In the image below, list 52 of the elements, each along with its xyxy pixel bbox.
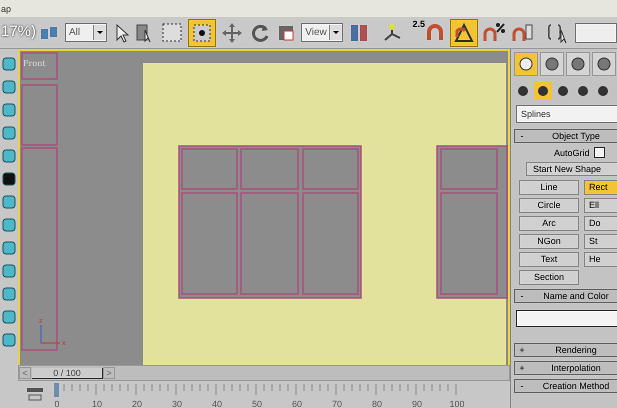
object-name-field[interactable]	[516, 310, 617, 327]
current-frame-marker[interactable]	[54, 383, 59, 397]
hierarchy-tab-icon[interactable]	[566, 52, 590, 76]
rollout-header[interactable]: + Interpolation	[514, 361, 617, 375]
rollout-header[interactable]: - Creation Method	[514, 379, 617, 393]
spinner-snap-icon[interactable]	[510, 22, 535, 44]
rectangle-selection-icon[interactable]	[160, 20, 184, 44]
angle-snap-icon[interactable]	[450, 20, 477, 46]
frame-number: 0	[54, 399, 60, 408]
percent-snap-icon[interactable]	[482, 22, 506, 44]
shape-button[interactable]: Text	[519, 252, 579, 267]
frame-number: 100	[449, 399, 465, 408]
autogrid-label: AutoGrid	[554, 148, 590, 158]
shape-button[interactable]: NGon	[519, 234, 579, 249]
move-icon[interactable]	[220, 20, 244, 44]
shape-button[interactable]: Section	[519, 270, 579, 285]
shape-button[interactable]: He	[584, 252, 617, 267]
snap-spinner-value: 2.5	[412, 19, 425, 29]
named-selection-field[interactable]	[574, 22, 617, 42]
create-tab-icon[interactable]	[514, 52, 538, 76]
frame-number: 60	[292, 399, 302, 408]
rollout-header[interactable]: - Name and Color	[514, 289, 617, 303]
shape-button[interactable]: Do	[584, 216, 617, 231]
start-new-shape-button[interactable]: Start New Shape	[526, 162, 617, 176]
shape-button[interactable]: Ell	[584, 198, 617, 213]
time-slider-track[interactable]: < 0 / 100 >	[18, 365, 510, 381]
frame-number: 20	[132, 399, 142, 408]
frame-number: 10	[92, 399, 102, 408]
frame-number: 80	[372, 399, 382, 408]
frame-number: 40	[212, 399, 222, 408]
zoom-overlay-text: 17%)	[1, 23, 36, 40]
shape-button[interactable]: St	[584, 234, 617, 249]
rollout-header[interactable]: + Rendering	[514, 343, 617, 357]
time-slider-thumb[interactable]: 0 / 100	[32, 368, 103, 378]
reference-coordinate-dropdown[interactable]: View	[301, 23, 344, 42]
shape-button[interactable]: Circle	[519, 198, 579, 213]
motion-tab-icon[interactable]	[592, 52, 616, 76]
category-dropdown[interactable]: Splines	[516, 105, 617, 123]
modify-tab-icon[interactable]	[540, 52, 564, 76]
frame-number: 70	[332, 399, 342, 408]
shapes-category-icon[interactable]	[534, 82, 552, 100]
shape-button[interactable]: Arc	[519, 216, 579, 231]
frame-number: 50	[252, 399, 262, 408]
rollout-header[interactable]: - Object Type	[514, 129, 617, 143]
title-fragment: ap	[0, 4, 12, 14]
frame-number: 90	[412, 399, 422, 408]
autogrid-checkbox[interactable]	[594, 147, 605, 158]
window-crossing-icon[interactable]	[189, 20, 216, 46]
selection-filter-dropdown[interactable]: All	[65, 23, 108, 42]
frame-number: 30	[172, 399, 182, 408]
shape-button[interactable]: Rect	[584, 180, 617, 195]
shape-button[interactable]: Line	[519, 180, 579, 195]
